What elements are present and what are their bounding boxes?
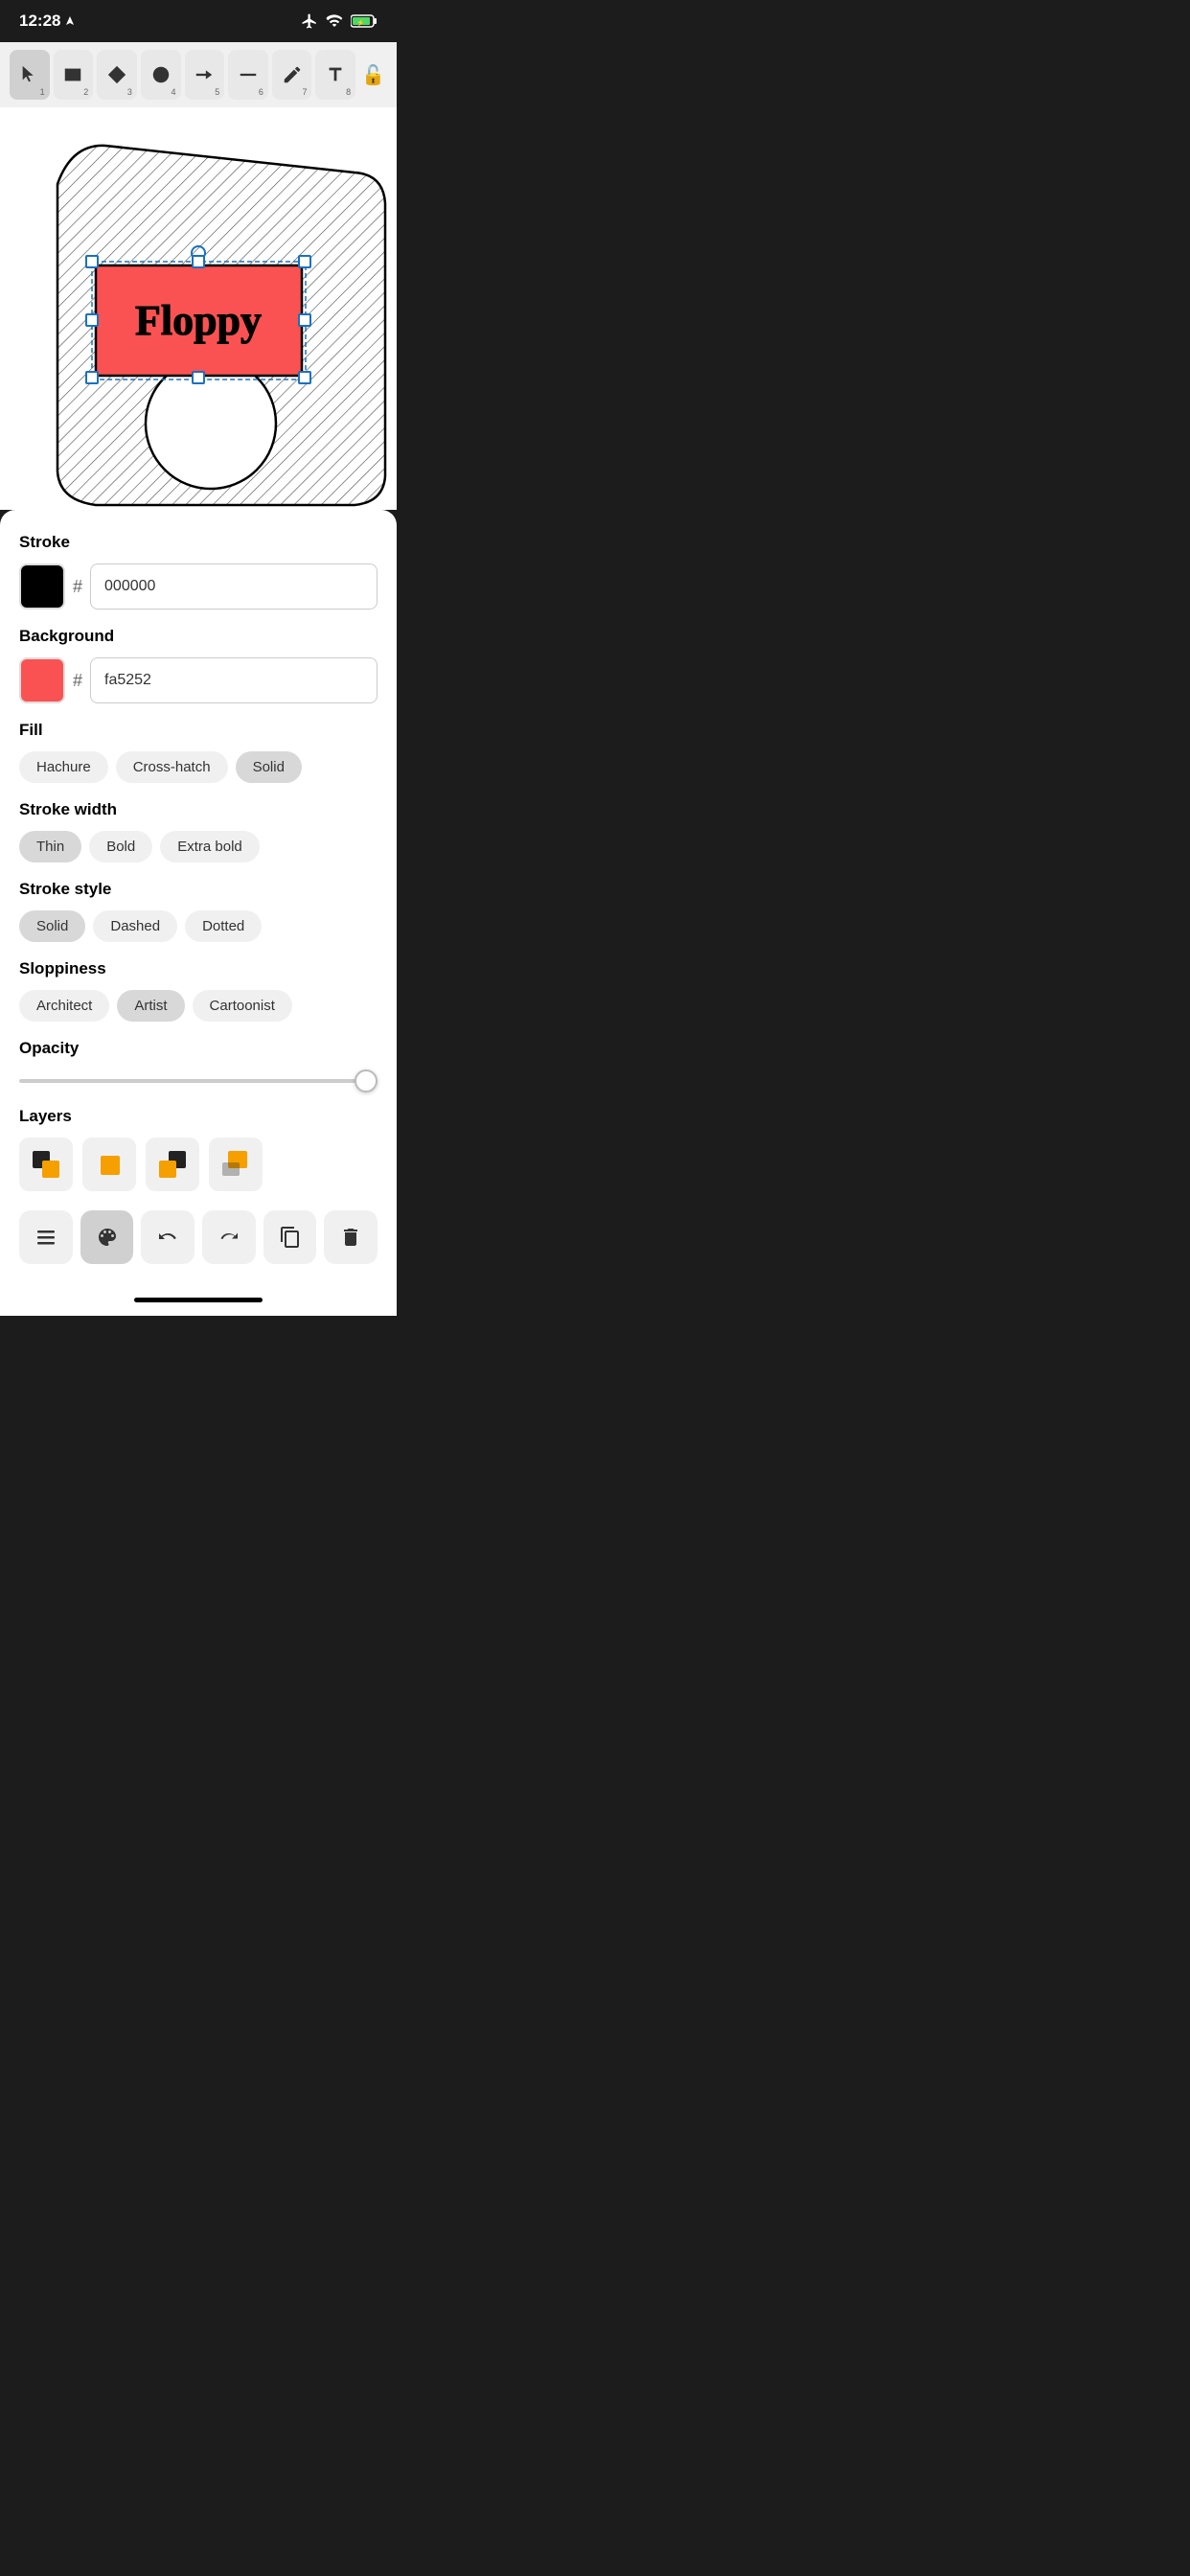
canvas-area[interactable]: Floppy <box>0 107 397 510</box>
bg-hash: # <box>73 671 82 691</box>
hamburger-icon <box>34 1226 57 1249</box>
circle-icon <box>150 64 172 85</box>
undo-icon <box>156 1226 179 1249</box>
fill-hachure[interactable]: Hachure <box>19 751 108 783</box>
slop-architect[interactable]: Architect <box>19 990 109 1022</box>
bg-color-input[interactable] <box>90 657 378 703</box>
sloppiness-options: Architect Artist Cartoonist <box>19 990 378 1022</box>
style-solid[interactable]: Solid <box>19 910 85 942</box>
bg-color-swatch[interactable] <box>19 657 65 703</box>
home-indicator <box>0 1283 397 1316</box>
opacity-slider[interactable] <box>19 1079 378 1083</box>
layer-icon-2 <box>94 1149 125 1180</box>
layer-icon-4 <box>220 1149 251 1180</box>
location-arrow-icon <box>64 15 76 27</box>
opacity-section: Opacity <box>19 1039 378 1088</box>
tool-line[interactable]: 6 <box>228 50 268 100</box>
canvas-svg: Floppy <box>0 107 397 510</box>
copy-icon <box>279 1226 302 1249</box>
status-icons: ⚡ <box>301 12 378 30</box>
text-tool-icon <box>325 64 346 85</box>
line-icon <box>238 64 259 85</box>
undo-action-btn[interactable] <box>141 1210 195 1264</box>
stroke-extra-bold[interactable]: Extra bold <box>160 831 260 862</box>
sloppiness-label: Sloppiness <box>19 959 378 978</box>
layer-btn-1[interactable] <box>19 1138 73 1191</box>
stroke-width-label: Stroke width <box>19 800 378 819</box>
stroke-style-section: Stroke style Solid Dashed Dotted <box>19 880 378 942</box>
wifi-icon <box>326 12 343 30</box>
status-bar: 12:28 ⚡ <box>0 0 397 42</box>
arrow-icon <box>194 64 215 85</box>
toolbar: 1 2 3 4 5 6 7 <box>0 42 397 107</box>
redo-icon <box>217 1226 240 1249</box>
layers-section: Layers <box>19 1107 378 1191</box>
time-display: 12:28 <box>19 12 60 31</box>
rect-icon <box>62 64 83 85</box>
style-dashed[interactable]: Dashed <box>93 910 177 942</box>
fill-label: Fill <box>19 721 378 740</box>
airplane-icon <box>301 12 318 30</box>
stroke-width-options: Thin Bold Extra bold <box>19 831 378 862</box>
layers-label: Layers <box>19 1107 378 1126</box>
tool-select[interactable]: 1 <box>10 50 50 100</box>
tool-arrow[interactable]: 5 <box>185 50 225 100</box>
stroke-color-input[interactable] <box>90 564 378 610</box>
tool-diamond[interactable]: 3 <box>97 50 137 100</box>
slop-artist[interactable]: Artist <box>117 990 184 1022</box>
delete-action-btn[interactable] <box>324 1210 378 1264</box>
layer-btn-4[interactable] <box>209 1138 263 1191</box>
tool-pencil[interactable]: 7 <box>272 50 312 100</box>
stroke-color-row: # <box>19 564 378 610</box>
layer-btn-2[interactable] <box>82 1138 136 1191</box>
style-action-btn[interactable] <box>80 1210 134 1264</box>
trash-icon <box>339 1226 362 1249</box>
layer-icon-1 <box>31 1149 61 1180</box>
tool-circle[interactable]: 4 <box>141 50 181 100</box>
stroke-hash: # <box>73 577 82 597</box>
bg-color-row: # <box>19 657 378 703</box>
bottom-actions <box>19 1210 378 1264</box>
stroke-thin[interactable]: Thin <box>19 831 81 862</box>
palette-icon <box>96 1226 119 1249</box>
lock-button[interactable]: 🔓 <box>359 58 387 92</box>
opacity-label: Opacity <box>19 1039 378 1058</box>
stroke-width-section: Stroke width Thin Bold Extra bold <box>19 800 378 862</box>
layer-btn-3[interactable] <box>146 1138 199 1191</box>
stroke-bold[interactable]: Bold <box>89 831 152 862</box>
redo-action-btn[interactable] <box>202 1210 256 1264</box>
fill-solid[interactable]: Solid <box>236 751 302 783</box>
tool-text[interactable]: 8 <box>315 50 355 100</box>
svg-text:Floppy: Floppy <box>135 297 262 344</box>
fill-crosshatch[interactable]: Cross-hatch <box>116 751 228 783</box>
cursor-icon <box>19 64 40 85</box>
stroke-style-options: Solid Dashed Dotted <box>19 910 378 942</box>
stroke-color-swatch[interactable] <box>19 564 65 610</box>
fill-section: Fill Hachure Cross-hatch Solid <box>19 721 378 783</box>
properties-panel: Stroke # Background # Fill Hachure Cross… <box>0 510 397 1283</box>
home-bar <box>134 1298 263 1302</box>
background-section: Background # <box>19 627 378 703</box>
battery-icon: ⚡ <box>351 14 378 28</box>
stroke-label: Stroke <box>19 533 378 552</box>
svg-text:⚡: ⚡ <box>356 18 365 27</box>
pencil-icon <box>282 64 303 85</box>
diamond-icon <box>106 64 127 85</box>
stroke-section: Stroke # <box>19 533 378 610</box>
battery-svg: ⚡ <box>351 14 378 28</box>
layer-icons-row <box>19 1138 378 1191</box>
tool-rect[interactable]: 2 <box>54 50 94 100</box>
stroke-style-label: Stroke style <box>19 880 378 899</box>
layer-icon-3 <box>157 1149 188 1180</box>
background-label: Background <box>19 627 378 646</box>
style-dotted[interactable]: Dotted <box>185 910 262 942</box>
copy-action-btn[interactable] <box>263 1210 317 1264</box>
status-time: 12:28 <box>19 12 76 31</box>
menu-action-btn[interactable] <box>19 1210 73 1264</box>
slop-cartoonist[interactable]: Cartoonist <box>193 990 292 1022</box>
sloppiness-section: Sloppiness Architect Artist Cartoonist <box>19 959 378 1022</box>
fill-options: Hachure Cross-hatch Solid <box>19 751 378 783</box>
